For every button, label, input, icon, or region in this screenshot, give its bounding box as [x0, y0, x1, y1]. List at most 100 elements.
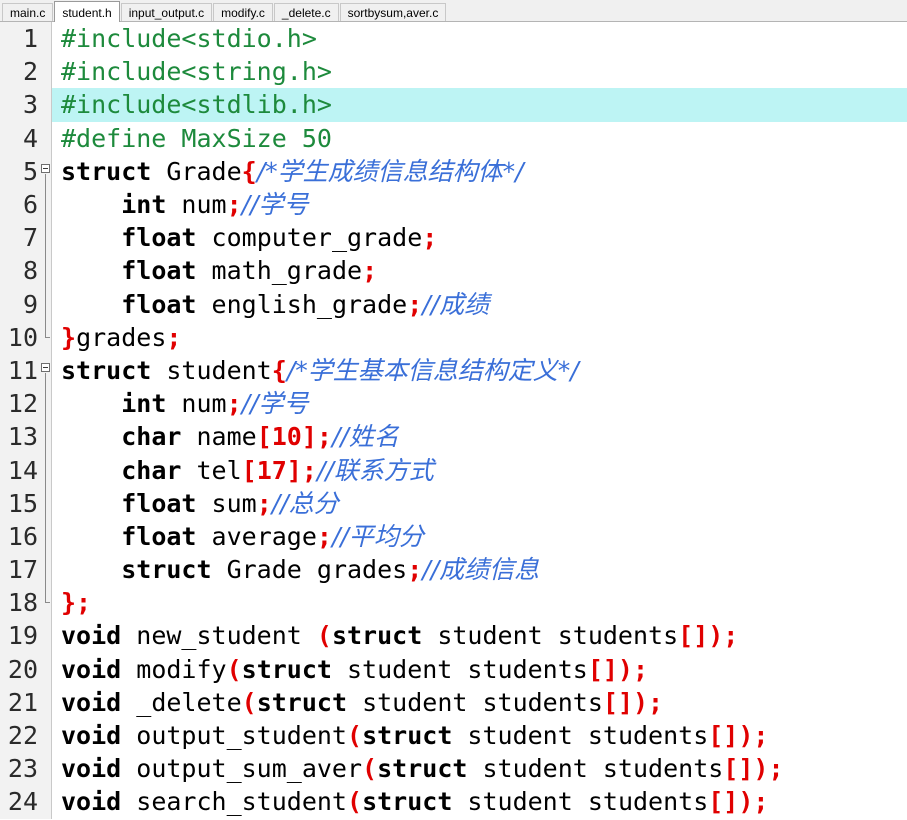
tab-modify-c[interactable]: modify.c: [213, 3, 273, 21]
code-token: struct: [331, 621, 423, 651]
code-line[interactable]: 3 #include<stdlib.h>: [0, 88, 907, 122]
code-token: {: [241, 156, 257, 186]
line-number: 1: [0, 22, 40, 56]
code-line-content[interactable]: void modify(struct student students []);: [52, 653, 907, 686]
code-token: ;: [166, 322, 182, 352]
code-token: []);: [678, 621, 739, 651]
code-line-content[interactable]: float sum;//总分: [52, 487, 907, 520]
code-token: struct: [377, 754, 468, 784]
code-line-content[interactable]: #define MaxSize 50: [52, 122, 907, 155]
fold-guide-line: [40, 453, 51, 487]
fold-column: [40, 619, 51, 653]
fold-column: [40, 752, 51, 786]
code-line-content[interactable]: int num;//学号: [52, 387, 907, 420]
code-line[interactable]: 4 #define MaxSize 50: [0, 121, 907, 155]
code-line-content[interactable]: struct Grade{/*学生成绩信息结构体*/: [52, 155, 907, 188]
code-line[interactable]: 20 void modify(struct student students[])…: [0, 652, 907, 686]
fold-end-marker: [40, 586, 51, 620]
code-line-content[interactable]: char name [10];//姓名: [52, 420, 907, 453]
code-token: char: [121, 422, 182, 452]
code-line-content[interactable]: void new_student (struct student student…: [52, 619, 907, 652]
code-line[interactable]: 8 float math_grade;: [0, 254, 907, 288]
fold-toggle-icon[interactable]: [40, 154, 51, 188]
line-number: 14: [0, 453, 40, 487]
code-line[interactable]: 1 #include<stdio.h>: [0, 22, 907, 56]
code-line[interactable]: 6 int num;//学号: [0, 187, 907, 222]
fold-guide-line: [40, 519, 51, 553]
code-line[interactable]: 19 void new_student (struct student stude…: [0, 619, 907, 653]
code-token: float: [121, 289, 197, 319]
code-line-content[interactable]: #include<stdio.h>: [52, 22, 907, 55]
code-line-content[interactable]: #include<stdlib.h>: [52, 88, 907, 122]
code-line-content[interactable]: struct Grade grades;//成绩信息: [52, 553, 907, 586]
code-line[interactable]: 17 struct Grade grades;//成绩信息: [0, 553, 907, 587]
code-line[interactable]: 2 #include<string.h>: [0, 55, 907, 89]
line-number: 15: [0, 486, 40, 520]
fold-column: [40, 685, 51, 719]
code-line-content[interactable]: char tel [17];//联系方式: [52, 453, 907, 486]
code-token: ;: [407, 555, 423, 585]
code-line-content[interactable]: void output_student(struct student stude…: [52, 719, 907, 752]
code-token: english_grade: [196, 289, 408, 319]
code-line[interactable]: 15 float sum;//总分: [0, 486, 907, 520]
code-line[interactable]: 10} grades;: [0, 320, 907, 354]
code-line[interactable]: 12 int num;//学号: [0, 387, 907, 421]
code-token: ;: [362, 256, 378, 286]
code-line-content[interactable]: int num;//学号: [52, 188, 907, 221]
code-token: computer_grade: [196, 223, 423, 253]
code-line[interactable]: 23 void output_sum_aver(struct student st…: [0, 752, 907, 786]
code-line-content[interactable]: #include<string.h>: [52, 55, 907, 88]
code-line-content[interactable]: void search_student(struct student stude…: [52, 785, 907, 818]
tab--delete-c[interactable]: _delete.c: [273, 3, 339, 21]
code-line[interactable]: 21 void _delete(struct student students[]…: [0, 685, 907, 719]
fold-column: [40, 718, 51, 753]
code-token: //成绩信息: [422, 555, 540, 585]
code-line-content[interactable]: void _delete(struct student students []);: [52, 686, 907, 719]
code-line-content[interactable]: };: [52, 586, 907, 619]
code-line[interactable]: 22 void output_student(struct student stu…: [0, 718, 907, 753]
fold-guide-line: [40, 486, 51, 520]
code-line[interactable]: 18};: [0, 586, 907, 620]
code-token: average: [196, 521, 317, 551]
code-token: //联系方式: [316, 455, 434, 485]
tab-sortbysum-aver-c[interactable]: sortbysum,aver.c: [339, 3, 447, 21]
code-line[interactable]: 14 char tel [17];//联系方式: [0, 453, 907, 487]
code-line-content[interactable]: } grades;: [52, 321, 907, 354]
tab-main-c[interactable]: main.c: [2, 3, 54, 21]
code-token: modify: [121, 654, 227, 684]
code-line[interactable]: 9 float english_grade;//成绩: [0, 287, 907, 321]
code-token: //姓名: [331, 422, 399, 452]
code-line[interactable]: 7 float computer_grade;: [0, 221, 907, 255]
code-line-content[interactable]: void output_sum_aver(struct student stud…: [52, 752, 907, 785]
code-line-content[interactable]: float math_grade;: [52, 254, 907, 287]
code-line[interactable]: 5 struct Grade{/*学生成绩信息结构体*/: [0, 154, 907, 188]
code-token: /*学生成绩信息结构体*/: [256, 156, 524, 186]
code-token: grades: [76, 322, 167, 352]
code-line[interactable]: 13 char name [10];//姓名: [0, 420, 907, 454]
code-token: /*学生基本信息结构定义*/: [286, 355, 579, 385]
code-line-content[interactable]: struct student{/*学生基本信息结构定义*/: [52, 354, 907, 387]
code-line[interactable]: 16 float average;//平均分: [0, 519, 907, 553]
code-line-content[interactable]: float computer_grade;: [52, 221, 907, 254]
tab-input-output-c[interactable]: input_output.c: [120, 3, 213, 21]
editor-tab-bar: main.c student.h input_output.c modify.c _de…: [0, 0, 907, 22]
code-line-content[interactable]: float english_grade;//成绩: [52, 288, 907, 321]
code-editor[interactable]: 1 #include<stdio.h> 2 #include<string.h> 3 #i…: [0, 22, 907, 820]
fold-guide-line: [40, 221, 51, 255]
code-line[interactable]: 24 void search_student(struct student stu…: [0, 785, 907, 819]
fold-toggle-icon[interactable]: [40, 353, 51, 388]
code-token: student students: [452, 787, 709, 817]
tab-student-h[interactable]: student.h: [54, 1, 120, 22]
fold-column: [40, 785, 51, 819]
line-number: 5: [0, 154, 40, 188]
code-token: //平均分: [331, 521, 424, 551]
code-line-content[interactable]: float average;//平均分: [52, 520, 907, 553]
code-token: struct: [241, 654, 332, 684]
code-line[interactable]: 11 struct student{/*学生基本信息结构定义*/: [0, 353, 907, 388]
fold-column: [40, 652, 51, 686]
